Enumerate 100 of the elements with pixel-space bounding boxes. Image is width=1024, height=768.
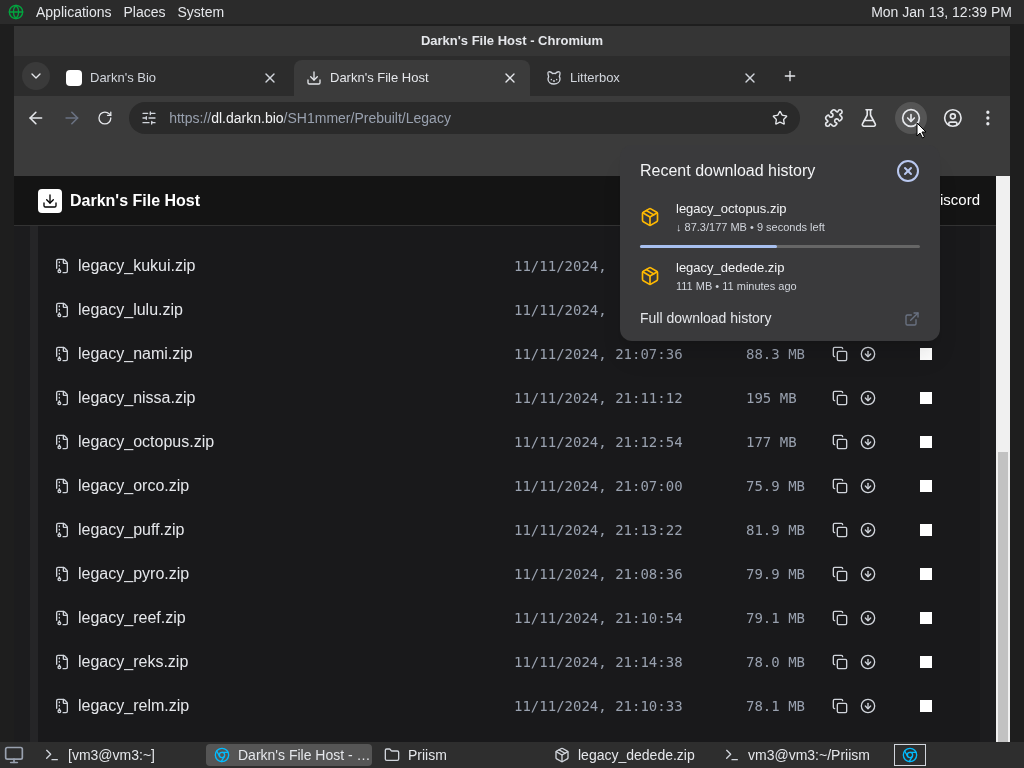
file-name-link[interactable]: legacy_nissa.zip	[78, 386, 278, 410]
download-status: ↓ 87.3/177 MB • 9 seconds left	[676, 219, 825, 235]
checkbox[interactable]	[920, 480, 932, 492]
zip-file-icon	[54, 302, 70, 318]
zip-file-icon	[54, 258, 70, 274]
checkbox[interactable]	[920, 436, 932, 448]
tab-title: Darkn's Bio	[90, 69, 158, 88]
archive-icon	[554, 747, 570, 763]
panel-menu[interactable]: Applications	[36, 1, 112, 23]
download-icon[interactable]	[860, 434, 876, 450]
copy-icon[interactable]	[832, 390, 848, 406]
copy-icon[interactable]	[832, 478, 848, 494]
copy-icon[interactable]	[832, 566, 848, 582]
file-date: 11/11/2024,	[514, 300, 607, 320]
file-name-link[interactable]: legacy_orco.zip	[78, 474, 278, 498]
copy-icon[interactable]	[832, 522, 848, 538]
file-name-link[interactable]: legacy_reks.zip	[78, 650, 278, 674]
site-title[interactable]: Darkn's File Host	[70, 188, 201, 213]
close-icon[interactable]	[896, 159, 920, 183]
clock: Mon Jan 13, 12:39 PM	[871, 2, 1013, 22]
download-icon	[306, 70, 322, 86]
site-settings-icon	[141, 110, 158, 126]
checkbox[interactable]	[920, 524, 932, 536]
file-date: 11/11/2024, 21:11:12	[514, 388, 683, 408]
browser-tab[interactable]: Darkn's Bio	[54, 60, 290, 96]
file-name-link[interactable]: legacy_nami.zip	[78, 342, 278, 366]
file-size: 78.1 MB	[746, 696, 806, 716]
download-icon[interactable]	[860, 478, 876, 494]
zip-file-icon	[54, 390, 70, 406]
folder-icon	[384, 747, 400, 763]
checkbox[interactable]	[920, 700, 932, 712]
zip-file-icon	[54, 610, 70, 626]
file-name-link[interactable]: legacy_relm.zip	[78, 694, 278, 718]
tab-title: Litterbox	[570, 69, 621, 88]
download-icon[interactable]	[860, 346, 876, 362]
scrollbar[interactable]	[996, 176, 1010, 742]
show-desktop-icon[interactable]	[4, 745, 24, 765]
copy-icon[interactable]	[832, 654, 848, 670]
new-tab-icon[interactable]	[782, 68, 798, 84]
browser-tab[interactable]: Litterbox	[534, 60, 770, 96]
file-date: 11/11/2024, 21:13:22	[514, 520, 683, 540]
discord-link[interactable]: iscord	[940, 189, 980, 212]
file-date: 11/11/2024, 21:10:54	[514, 608, 683, 628]
copy-icon[interactable]	[832, 434, 848, 450]
checkbox[interactable]	[920, 568, 932, 580]
taskbar-item[interactable]: [vm3@vm3:~]	[36, 744, 202, 766]
checkbox[interactable]	[920, 392, 932, 404]
download-name[interactable]: legacy_dedede.zip	[676, 258, 797, 278]
profile-icon[interactable]	[942, 108, 963, 128]
downloads-button[interactable]	[895, 102, 927, 134]
system-logo-icon[interactable]	[8, 4, 24, 20]
zip-file-icon	[54, 434, 70, 450]
checkbox[interactable]	[920, 348, 932, 360]
zip-file-icon	[54, 346, 70, 362]
file-size: 88.3 MB	[746, 344, 806, 364]
panel-menu[interactable]: Places	[123, 1, 166, 23]
file-name-link[interactable]: legacy_kukui.zip	[78, 254, 278, 278]
cat-icon	[546, 70, 562, 86]
file-name-link[interactable]: legacy_reef.zip	[78, 606, 278, 630]
download-icon[interactable]	[860, 654, 876, 670]
terminal-icon	[44, 747, 60, 763]
site-logo-icon	[66, 70, 82, 86]
download-icon[interactable]	[860, 566, 876, 582]
file-size: 195 MB	[746, 388, 798, 408]
download-icon[interactable]	[860, 610, 876, 626]
file-name-link[interactable]: legacy_octopus.zip	[78, 430, 278, 454]
file-date: 11/11/2024, 21:12:54	[514, 432, 683, 452]
taskbar-item[interactable]: legacy_dedede.zip	[546, 744, 712, 766]
checkbox[interactable]	[920, 612, 932, 624]
download-icon[interactable]	[860, 390, 876, 406]
checkbox[interactable]	[920, 656, 932, 668]
file-size: 81.9 MB	[746, 520, 806, 540]
file-name-link[interactable]: legacy_pyro.zip	[78, 562, 278, 586]
extensions-icon[interactable]	[823, 108, 844, 128]
download-icon[interactable]	[860, 698, 876, 714]
file-date: 11/11/2024,	[514, 256, 607, 276]
terminal-icon	[724, 747, 740, 763]
browser-tab[interactable]: Darkn's File Host	[294, 60, 530, 96]
taskbar-item[interactable]: Darkn's File Host - …	[206, 744, 372, 766]
file-date: 11/11/2024, 21:08:36	[514, 564, 683, 584]
download-icon[interactable]	[860, 522, 876, 538]
file-size: 177 MB	[746, 432, 798, 452]
zip-file-icon	[54, 478, 70, 494]
tab-search-button[interactable]	[22, 62, 50, 90]
address-field[interactable]: https://dl.darkn.bio/SH1mmer/Prebuilt/Legacy	[129, 102, 800, 134]
browser-tray-icon[interactable]	[894, 744, 926, 766]
file-size: 75.9 MB	[746, 476, 806, 496]
file-name-link[interactable]: legacy_lulu.zip	[78, 298, 278, 322]
download-name[interactable]: legacy_octopus.zip	[676, 199, 825, 219]
copy-icon[interactable]	[832, 610, 848, 626]
full-history-link[interactable]: Full download history	[640, 308, 904, 329]
reload-icon[interactable]	[97, 110, 114, 126]
taskbar-item[interactable]: vm3@vm3:~/Priism	[716, 744, 882, 766]
copy-icon[interactable]	[832, 346, 848, 362]
copy-icon[interactable]	[832, 698, 848, 714]
bookmark-star-icon[interactable]	[771, 110, 788, 126]
file-name-link[interactable]: legacy_puff.zip	[78, 518, 278, 542]
taskbar-item[interactable]: Priism	[376, 744, 542, 766]
file-date: 11/11/2024, 21:14:38	[514, 652, 683, 672]
panel-menu[interactable]: System	[177, 1, 225, 23]
